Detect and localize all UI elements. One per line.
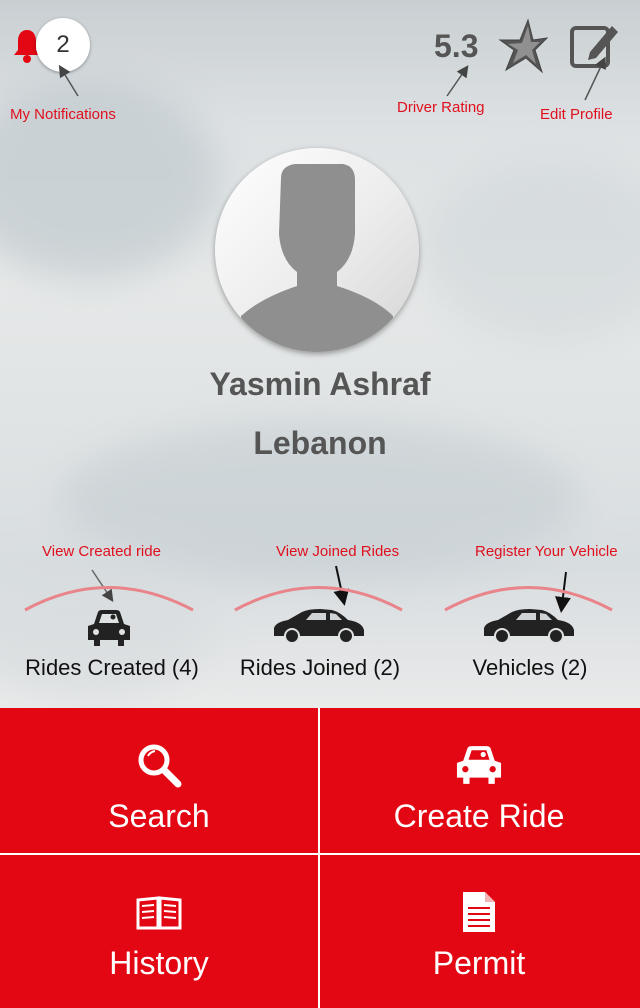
document-icon [461, 889, 497, 935]
vehicle-icon[interactable] [480, 606, 576, 644]
action-menu: Search Create Ride History Permit [0, 708, 640, 1008]
driver-rating-value: 5.3 [434, 28, 479, 64]
book-icon [134, 889, 184, 935]
permit-button[interactable]: Permit [320, 855, 638, 1000]
rides-joined-label[interactable]: Rides Joined (2) [222, 655, 418, 681]
history-label: History [109, 945, 209, 981]
create-ride-label: Create Ride [393, 798, 565, 834]
car-front-icon[interactable] [86, 608, 132, 648]
rides-created-label[interactable]: Rides Created (4) [14, 655, 210, 681]
annotation-my-notifications: My Notifications [10, 106, 116, 123]
avatar[interactable] [215, 148, 419, 352]
divider-horizontal [0, 853, 640, 855]
history-button[interactable]: History [0, 855, 318, 1000]
edit-profile-icon[interactable] [568, 20, 620, 72]
annotation-view-joined: View Joined Rides [276, 543, 400, 560]
create-ride-button[interactable]: Create Ride [320, 708, 638, 853]
profile-name: Yasmin Ashraf [209, 366, 431, 402]
annotation-register-vehicle: Register Your Vehicle [475, 543, 618, 560]
star-icon[interactable] [498, 18, 549, 74]
car-front-icon [454, 742, 504, 788]
annotation-view-created: View Created ride [42, 543, 161, 560]
vehicles-label[interactable]: Vehicles (2) [432, 655, 628, 681]
search-icon [136, 742, 182, 788]
annotation-driver-rating: Driver Rating [397, 99, 485, 116]
profile-country: Lebanon [253, 425, 387, 461]
divider-vertical [318, 708, 320, 1008]
search-button[interactable]: Search [0, 708, 318, 853]
profile-header: 2 5.3 My Notifications Driver Rating Edi… [0, 0, 640, 708]
car-side-icon[interactable] [270, 606, 366, 644]
notification-count-badge[interactable]: 2 [36, 18, 90, 72]
annotation-edit-profile: Edit Profile [540, 106, 613, 123]
search-label: Search [108, 798, 210, 834]
permit-label: Permit [432, 945, 526, 981]
